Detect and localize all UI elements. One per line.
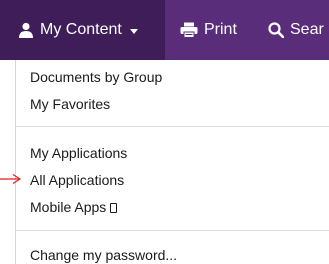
search-icon (268, 22, 284, 38)
menu-item-mobile-apps[interactable]: Mobile Apps (30, 198, 118, 216)
menu-item-documents-by-group[interactable]: Documents by Group (30, 68, 162, 86)
caret-down-icon (129, 28, 138, 34)
menu-item-change-password[interactable]: Change my password... (30, 246, 177, 264)
my-content-dropdown-menu: Documents by Group My Favorites My Appli… (15, 60, 329, 264)
menu-item-all-applications[interactable]: All Applications (30, 171, 124, 189)
menu-divider (16, 230, 329, 231)
menu-item-my-favorites[interactable]: My Favorites (30, 95, 110, 113)
menu-item-my-applications[interactable]: My Applications (30, 144, 127, 162)
user-icon (18, 22, 34, 38)
my-content-label: My Content (40, 21, 122, 38)
menu-divider (16, 126, 329, 127)
printer-icon (180, 22, 198, 38)
print-button[interactable]: Print (165, 0, 255, 60)
mobile-phone-icon (110, 203, 118, 213)
print-label: Print (204, 21, 237, 38)
search-button[interactable]: Sear (255, 0, 324, 60)
my-content-menu-button[interactable]: My Content (0, 0, 165, 60)
top-navbar: My Content Print Sear (0, 0, 329, 60)
red-arrow-annotation (0, 173, 22, 185)
search-label: Sear (290, 21, 324, 38)
mobile-apps-label: Mobile Apps (30, 199, 107, 215)
